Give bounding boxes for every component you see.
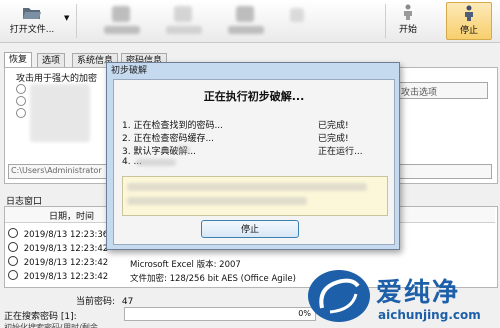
open-file-button[interactable]: 打开文件... [2, 2, 62, 40]
toolbar: 打开文件... ▼ 开始 停止 [0, 0, 500, 43]
blurred-attack-options [30, 84, 90, 142]
info-icon [8, 256, 18, 266]
tab-label: 恢复 [9, 55, 28, 65]
blurred-info-line [127, 183, 367, 191]
watermark-url: aichunjing.com [378, 308, 481, 322]
clock-icon[interactable] [174, 6, 192, 22]
toolbar-separator [385, 4, 386, 38]
folder-open-icon [23, 8, 41, 19]
attack-type-label: 攻击用于强大的加密 [16, 74, 98, 84]
table-row: 2019/8/13 12:23:36 [8, 228, 108, 242]
searching-label: 正在搜索密码 [1]: [4, 312, 77, 322]
blurred-toolbar-icon[interactable] [236, 6, 254, 22]
stop-button[interactable]: 停止 [446, 2, 492, 40]
blurred-toolbar-label [104, 26, 140, 34]
dialog-title: 初步破解 [111, 66, 148, 76]
blurred-toolbar-icon[interactable] [112, 6, 130, 22]
start-label: 开始 [398, 25, 417, 35]
log-time: 2019/8/13 12:23:36 [23, 230, 109, 240]
watermark-swirl-icon [319, 278, 360, 314]
current-password-value: 47 [121, 297, 134, 307]
step-status: 已完成! [318, 134, 349, 144]
step-text: 2. 正在检查密码缓存... [122, 134, 215, 144]
open-file-label: 打开文件... [9, 25, 55, 35]
table-row: 2019/8/13 12:23:42 [8, 242, 108, 256]
blurred-toolbar-label [228, 26, 264, 34]
column-datetime[interactable]: 日期，时间 [49, 209, 94, 222]
info-icon [8, 242, 18, 252]
tab-recovery[interactable]: 恢复 [4, 52, 33, 68]
log-time: 2019/8/13 12:23:42 [23, 258, 109, 268]
preliminary-attack-dialog: 初步破解 正在执行初步破解... 1. 正在检查找到的密码... 已完成! 2.… [106, 62, 400, 250]
blurred-step-text [136, 159, 176, 166]
attack-radio[interactable] [16, 84, 26, 94]
blurred-toolbar-label [166, 26, 202, 34]
dropdown-arrow-icon[interactable]: ▼ [64, 14, 69, 22]
blurred-toolbar-icon[interactable] [290, 8, 304, 22]
watermark-brand: 爱纯净 [376, 278, 461, 308]
dialog-heading: 正在执行初步破解... [203, 90, 305, 103]
step-status: 已完成! [318, 121, 349, 131]
stop-label: 停止 [459, 26, 478, 36]
log-message: Microsoft Excel 版本: 2007 [130, 260, 241, 270]
current-password-label: 当前密码: [76, 297, 116, 307]
running-figure-icon [404, 4, 412, 20]
tab-options[interactable]: 选项 [37, 53, 66, 68]
step-text: 1. 正在检查找到的密码... [122, 121, 224, 131]
blurred-info-line [127, 197, 307, 205]
table-row: 2019/8/13 12:23:42 [8, 270, 108, 284]
search-progress-bar: 0% [124, 307, 316, 321]
toolbar-separator [76, 4, 77, 38]
dialog-info-box [122, 176, 388, 216]
attack-options-button[interactable]: 攻击选项 [396, 82, 488, 99]
start-button[interactable]: 开始 [388, 2, 428, 40]
attack-radio[interactable] [16, 96, 26, 106]
log-time: 2019/8/13 12:23:42 [23, 272, 109, 282]
info-icon [8, 228, 18, 238]
status-bottom-text: 初始化搜索密码(用时/剩余... [4, 323, 106, 328]
attack-options-label: 攻击选项 [401, 88, 438, 98]
blurred-step-text [176, 146, 190, 153]
dialog-stop-button[interactable]: 停止 [201, 220, 299, 238]
table-row: 2019/8/13 12:23:42 [8, 256, 108, 270]
step-status: 正在运行... [318, 147, 363, 157]
stop-figure-icon [465, 5, 473, 21]
current-password-status: 当前密码: 47 [76, 294, 133, 307]
file-path-value: C:\Users\Administrator [11, 166, 102, 175]
info-icon [8, 270, 18, 280]
log-time: 2019/8/13 12:23:42 [23, 244, 109, 254]
attack-radio[interactable] [16, 108, 26, 118]
tab-label: 选项 [42, 56, 61, 66]
watermark-logo [308, 270, 370, 322]
log-message: 文件加密: 128/256 bit AES (Office Agile) [130, 274, 296, 284]
